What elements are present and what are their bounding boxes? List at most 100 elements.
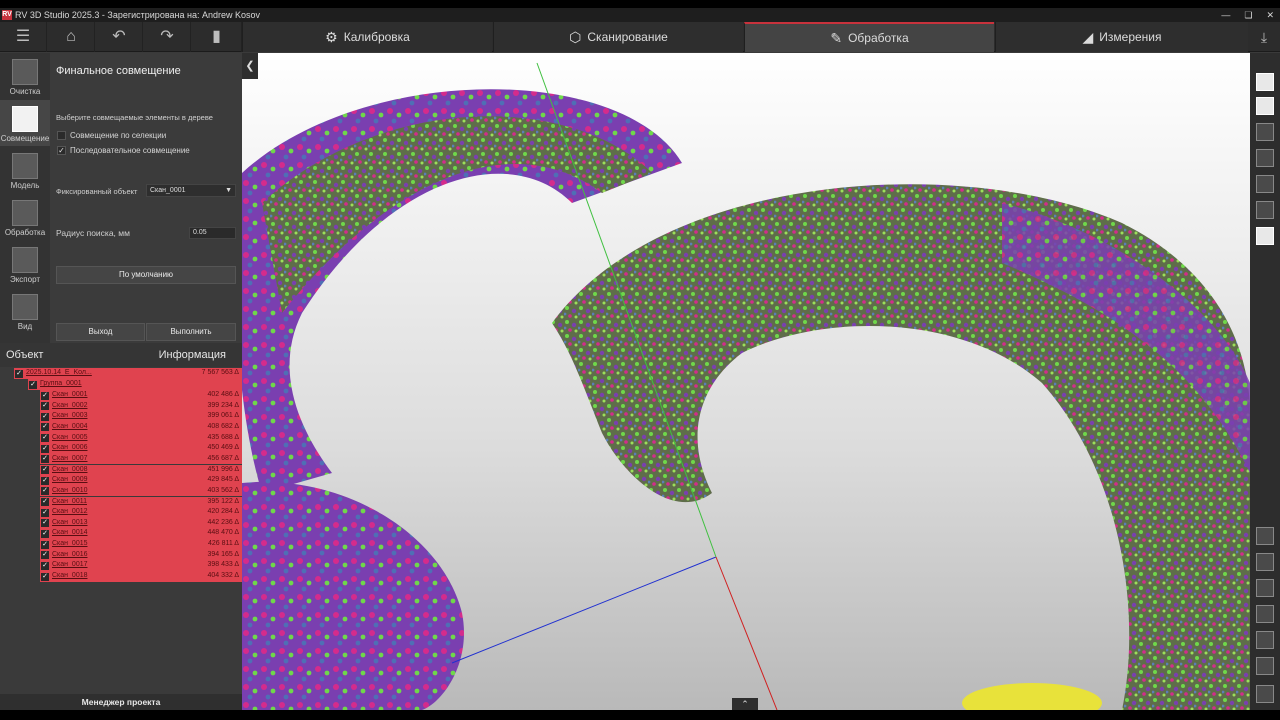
checkbox-checked-icon[interactable]: ✓ xyxy=(41,529,49,538)
tree-group-row[interactable]: ✓ Группа_0001 xyxy=(28,379,242,390)
view-front-icon[interactable] xyxy=(1256,73,1274,91)
view-right-icon[interactable] xyxy=(1256,149,1274,167)
collapse-panel-button[interactable]: ❮ xyxy=(242,53,258,79)
view-top-icon[interactable] xyxy=(1256,175,1274,193)
tree-scan-name: Скан_0009 xyxy=(52,476,88,484)
checkbox-checked-icon[interactable]: ✓ xyxy=(41,455,49,464)
invert-select-icon[interactable] xyxy=(1256,657,1274,675)
sequential-align-checkbox[interactable]: ✓ xyxy=(57,146,66,155)
checkbox-checked-icon[interactable]: ✓ xyxy=(41,498,49,506)
tree-scan-row[interactable]: ✓ Скан_0017 398 433 Δ xyxy=(40,560,242,571)
minimize-icon[interactable]: — xyxy=(1221,8,1230,22)
checkbox-checked-icon[interactable]: ✓ xyxy=(41,551,49,560)
tree-scan-row[interactable]: ✓ Скан_0011 395 122 Δ xyxy=(40,496,242,508)
tree-root-row[interactable]: ✓ 2025.10.14_E_Kол... 7 567 563 Δ xyxy=(14,368,242,379)
align-icon xyxy=(12,106,38,132)
tree-scan-row[interactable]: ✓ Скан_0012 420 284 Δ xyxy=(40,507,242,518)
tree-scan-value: 399 234 Δ xyxy=(207,401,239,409)
checkbox-checked-icon[interactable]: ✓ xyxy=(29,380,37,389)
tree-scan-row[interactable]: ✓ Скан_0015 426 811 Δ xyxy=(40,539,242,550)
tree-scan-value: 429 845 Δ xyxy=(207,476,239,484)
select-through-icon[interactable] xyxy=(1256,631,1274,649)
tree-scan-row[interactable]: ✓ Скан_0007 456 687 Δ xyxy=(40,453,242,465)
project-manager-button[interactable]: Менеджер проекта xyxy=(0,694,242,710)
tree-scan-name: Скан_0001 xyxy=(52,391,88,398)
checkbox-checked-icon[interactable]: ✓ xyxy=(41,391,49,400)
restore-icon[interactable]: ❏ xyxy=(1244,8,1252,22)
undo-icon[interactable]: ↶ xyxy=(96,22,143,52)
tree-root-name: 2025.10.14_E_Kол... xyxy=(26,369,92,376)
checkbox-checked-icon[interactable]: ✓ xyxy=(41,572,49,581)
checkbox-checked-icon[interactable]: ✓ xyxy=(41,444,49,453)
checkbox-checked-icon[interactable]: ✓ xyxy=(41,412,49,421)
view-bottom-icon[interactable] xyxy=(1256,201,1274,219)
sidebar-item-export[interactable]: Экспорт xyxy=(0,241,50,287)
tab-scanning[interactable]: ⬡ Сканирование xyxy=(493,22,743,52)
tree-scan-row[interactable]: ✓ Скан_0004 408 682 Δ xyxy=(40,421,242,433)
tab-calibration[interactable]: ⚙ Калибровка xyxy=(242,22,492,52)
tab-label: Измерения xyxy=(1099,30,1162,44)
view-toolbar xyxy=(1250,53,1280,710)
search-radius-input[interactable]: 0.05 xyxy=(189,227,236,239)
checkbox-checked-icon[interactable]: ✓ xyxy=(41,476,49,485)
checkbox-checked-icon[interactable]: ✓ xyxy=(41,487,49,496)
expand-bottom-button[interactable]: ⌃ xyxy=(732,698,758,710)
redo-icon[interactable]: ↷ xyxy=(144,22,191,52)
tree-col-info: Информация xyxy=(158,349,226,361)
checkbox-checked-icon[interactable]: ✓ xyxy=(41,402,49,411)
view-back-icon[interactable] xyxy=(1256,97,1274,115)
3d-viewport[interactable]: ❮ ⌃ xyxy=(242,53,1250,710)
sidebar-item-processing[interactable]: Обработка xyxy=(0,194,50,240)
sidebar-item-cleanup[interactable]: Очистка xyxy=(0,53,50,99)
lasso-select-icon[interactable] xyxy=(1256,579,1274,597)
tree-scan-row[interactable]: ✓ Скан_0008 451 996 Δ xyxy=(40,464,242,476)
tree-header: Объект Информация xyxy=(0,343,242,367)
thermometer-icon[interactable]: ▮ xyxy=(192,22,242,52)
polygon-select-icon[interactable] xyxy=(1256,605,1274,623)
exit-button[interactable]: Выход xyxy=(56,323,145,341)
tree-scan-row[interactable]: ✓ Скан_0003 399 061 Δ xyxy=(40,411,242,422)
tree-scan-row[interactable]: ✓ Скан_0002 399 234 Δ xyxy=(40,400,242,412)
trash-icon[interactable] xyxy=(1256,685,1274,703)
tree-scan-name: Скан_0004 xyxy=(52,422,88,430)
checkbox-checked-icon[interactable]: ✓ xyxy=(41,508,49,517)
view-iso-icon[interactable] xyxy=(1256,227,1274,245)
checkbox-checked-icon[interactable]: ✓ xyxy=(41,561,49,570)
tree-scan-row[interactable]: ✓ Скан_0013 442 236 Δ xyxy=(40,517,242,529)
home-icon[interactable]: ⌂ xyxy=(48,22,95,52)
checkbox-checked-icon[interactable]: ✓ xyxy=(41,540,49,549)
tree-scan-row[interactable]: ✓ Скан_0010 403 562 Δ xyxy=(40,485,242,497)
tree-scan-row[interactable]: ✓ Скан_0005 435 688 Δ xyxy=(40,432,242,444)
rect-select-icon[interactable] xyxy=(1256,527,1274,545)
default-button[interactable]: По умолчанию xyxy=(56,266,236,284)
checkbox-checked-icon[interactable]: ✓ xyxy=(41,519,49,528)
tree-scan-row[interactable]: ✓ Скан_0001 402 486 Δ xyxy=(40,390,242,401)
fixed-object-select[interactable]: Скан_0001 ▼ xyxy=(146,184,236,197)
sidebar-item-model[interactable]: Модель xyxy=(0,147,50,193)
tab-processing[interactable]: ✎ Обработка xyxy=(744,22,994,52)
tree-scan-value: 408 682 Δ xyxy=(207,422,239,430)
tree-scan-row[interactable]: ✓ Скан_0006 450 469 Δ xyxy=(40,443,242,454)
tree-scan-row[interactable]: ✓ Скан_0014 448 470 Δ xyxy=(40,528,242,540)
brush-select-icon[interactable] xyxy=(1256,553,1274,571)
tree-scan-row[interactable]: ✓ Скан_0018 404 332 Δ xyxy=(40,571,242,582)
checkbox-checked-icon[interactable]: ✓ xyxy=(41,423,49,432)
view-left-icon[interactable] xyxy=(1256,123,1274,141)
sidebar-item-alignment[interactable]: Совмещение xyxy=(0,100,50,146)
view-eye-icon xyxy=(12,294,38,320)
checkbox-checked-icon[interactable]: ✓ xyxy=(15,369,23,378)
tree-scan-row[interactable]: ✓ Скан_0009 429 845 Δ xyxy=(40,475,242,486)
run-button[interactable]: Выполнить xyxy=(146,323,236,341)
tree-scan-name: Скан_0017 xyxy=(52,561,88,569)
triangle-ruler-icon: ◢ xyxy=(1082,29,1094,45)
sidebar-item-view[interactable]: Вид xyxy=(0,288,50,334)
menu-icon[interactable]: ☰ xyxy=(0,22,47,52)
selection-align-checkbox[interactable] xyxy=(57,131,66,140)
tab-label: Калибровка xyxy=(343,30,410,44)
tab-measurements[interactable]: ◢ Измерения xyxy=(995,22,1248,52)
close-icon[interactable]: ✕ xyxy=(1266,8,1274,22)
checkbox-checked-icon[interactable]: ✓ xyxy=(41,466,49,475)
checkbox-checked-icon[interactable]: ✓ xyxy=(41,434,49,443)
download-icon[interactable]: ⤓ xyxy=(1248,22,1280,52)
tree-scan-row[interactable]: ✓ Скан_0016 394 165 Δ xyxy=(40,549,242,561)
